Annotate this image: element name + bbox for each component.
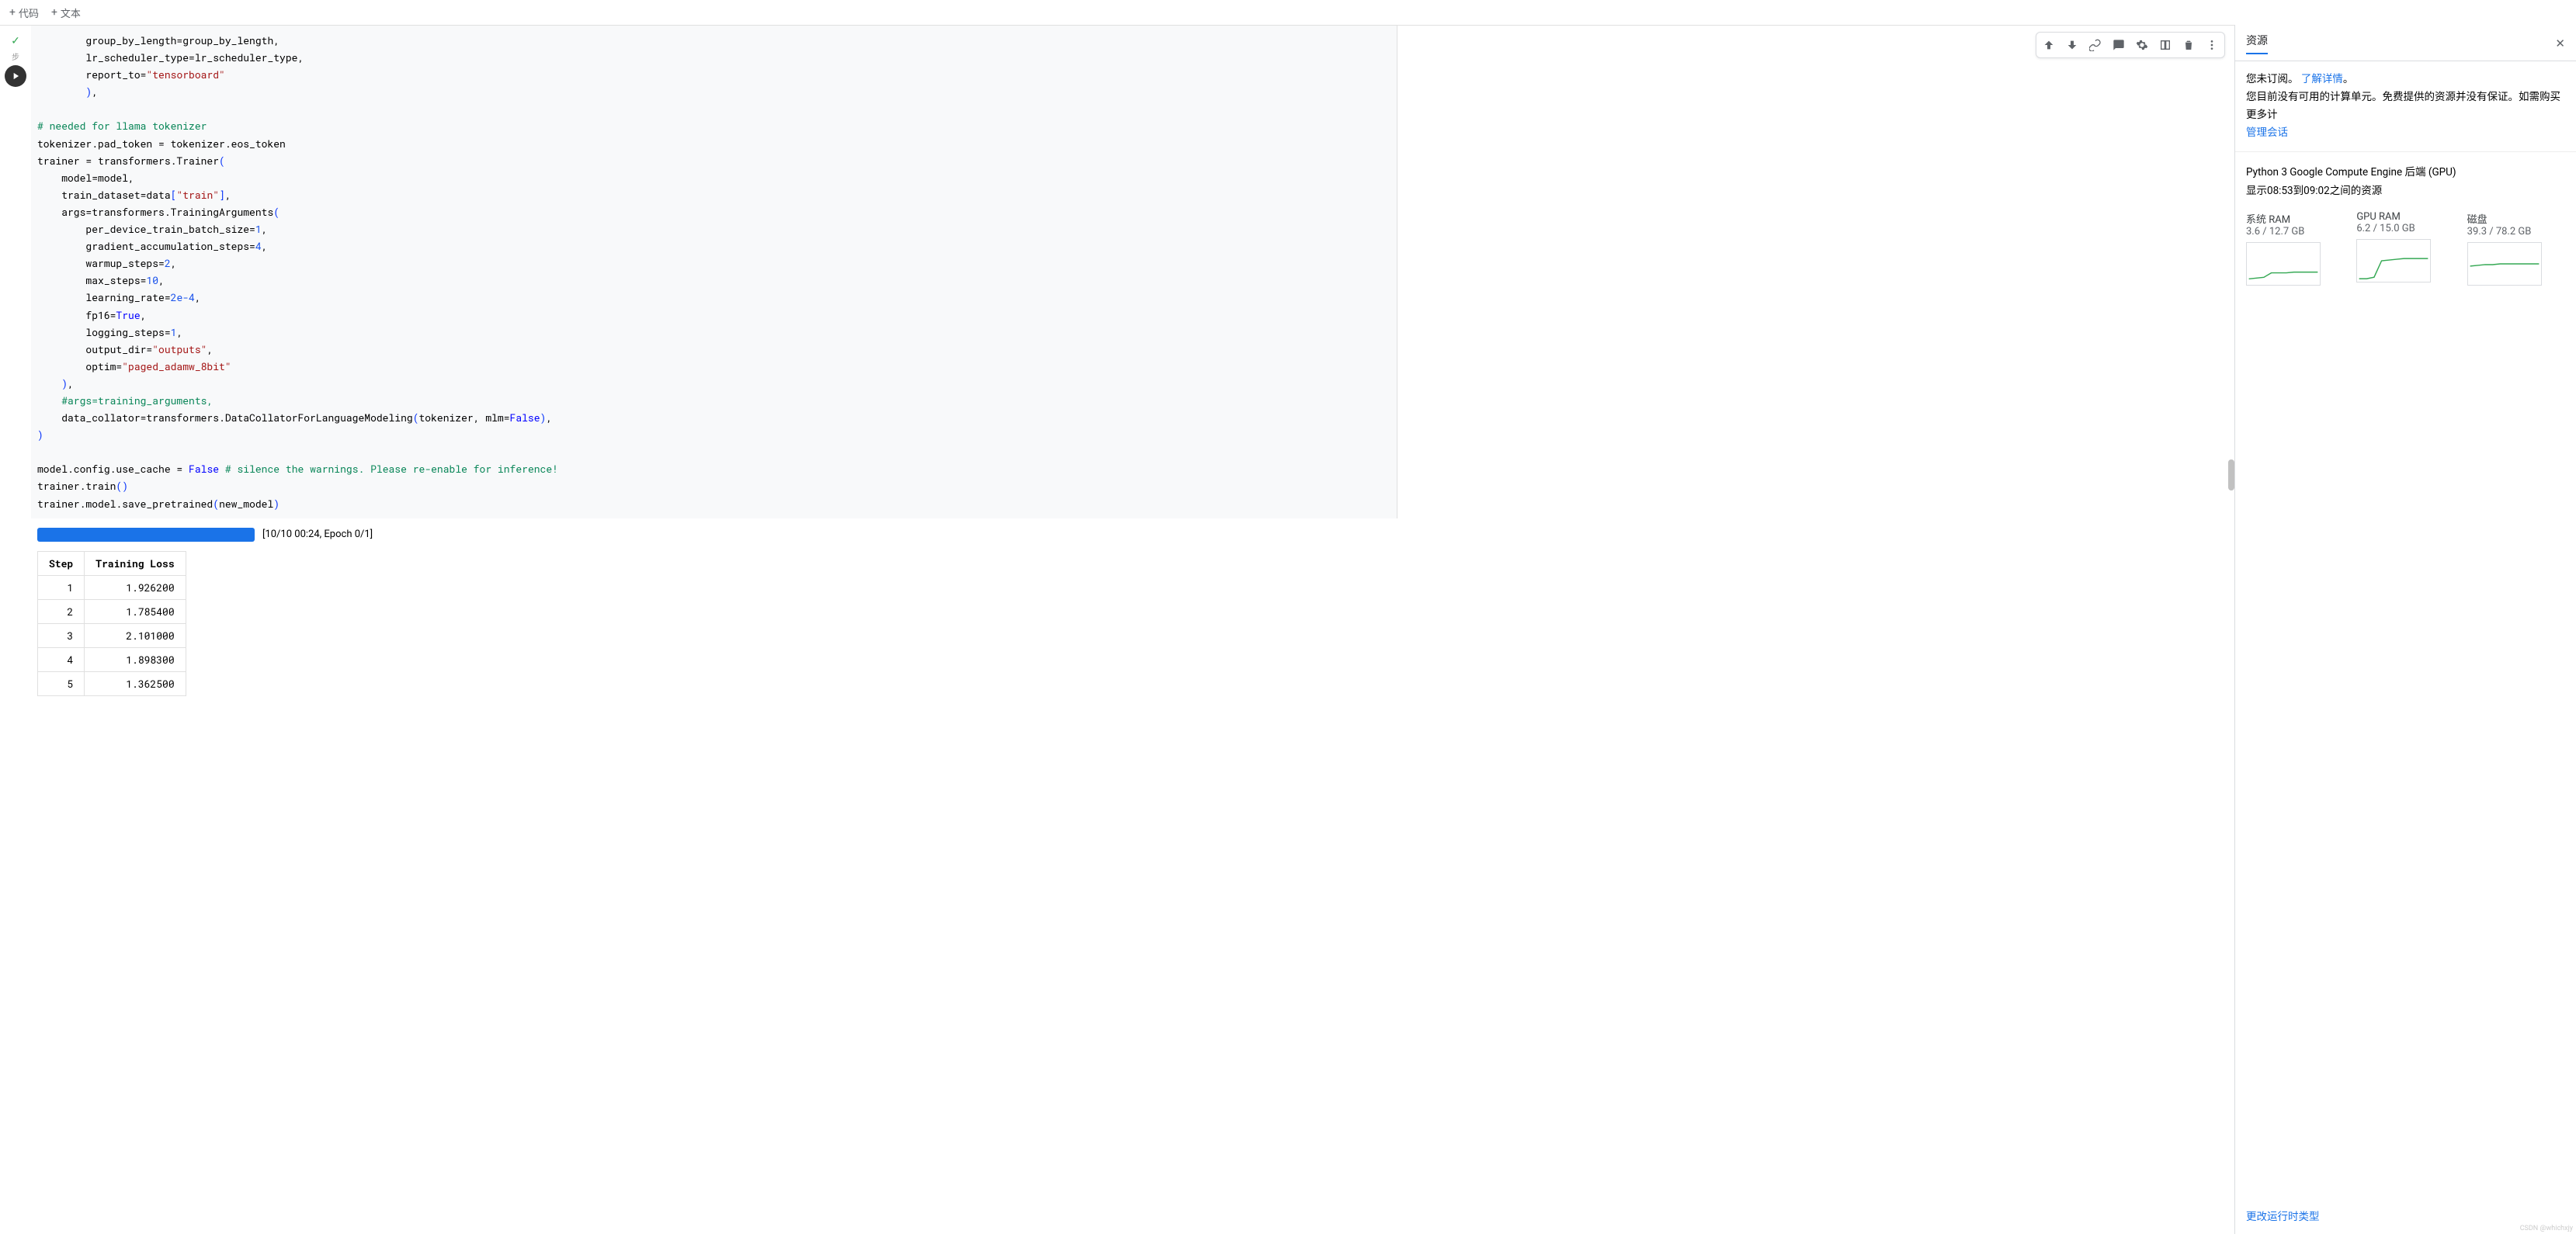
table-row: 51.362500 (38, 671, 186, 695)
scrollbar-thumb[interactable] (2228, 459, 2234, 490)
watermark: CSDN @whichxjy (2520, 1225, 2573, 1232)
code-editor[interactable]: group_by_length=group_by_length, lr_sche… (31, 26, 1397, 518)
move-down-button[interactable] (2061, 34, 2083, 56)
time-range-label: 显示08:53到09:02之间的资源 (2246, 182, 2565, 197)
link-icon[interactable] (2085, 34, 2106, 56)
check-icon: ✓ (11, 35, 20, 47)
add-text-button[interactable]: + 文本 (51, 5, 81, 20)
disk-chart: 磁盘 39.3 / 78.2 GB (2467, 211, 2565, 289)
cell-gutter: ✓ 步 (0, 26, 31, 705)
ram-chart: 系统 RAM 3.6 / 12.7 GB (2246, 211, 2344, 289)
table-row: 32.101000 (38, 623, 186, 647)
col-step: Step (38, 551, 85, 575)
run-button[interactable] (5, 65, 26, 87)
mirror-icon[interactable] (2154, 34, 2176, 56)
panel-title[interactable]: 资源 (2246, 33, 2268, 54)
progress-text: [10/10 00:24, Epoch 0/1] (262, 529, 373, 540)
add-code-button[interactable]: + 代码 (9, 5, 39, 20)
gear-icon[interactable] (2131, 34, 2153, 56)
close-icon[interactable]: ✕ (2555, 36, 2565, 50)
gpu-chart: GPU RAM 6.2 / 15.0 GB (2356, 211, 2454, 289)
change-runtime-link[interactable]: 更改运行时类型 (2246, 1211, 2320, 1223)
add-text-label: 文本 (61, 5, 81, 20)
training-loss-table: Step Training Loss 11.926200 21.785400 3… (37, 551, 186, 696)
top-toolbar: + 代码 + 文本 (0, 0, 2576, 25)
trash-icon[interactable] (2178, 34, 2199, 56)
add-code-label: 代码 (19, 5, 39, 20)
progress-bar (37, 528, 255, 542)
col-loss: Training Loss (85, 551, 186, 575)
more-icon[interactable] (2201, 34, 2223, 56)
comment-icon[interactable] (2108, 34, 2130, 56)
resources-panel: 资源 ✕ 您未订阅。 了解详情。 您目前没有可用的计算单元。免费提供的资源并没有… (2234, 25, 2576, 1234)
cell-toolbar (2036, 32, 2225, 58)
learn-more-link[interactable]: 了解详情 (2301, 73, 2343, 85)
plus-icon: + (51, 6, 57, 19)
plus-icon: + (9, 6, 16, 19)
notebook-column: ✓ 步 (0, 25, 2234, 1234)
subscription-notice: 您未订阅。 了解详情。 您目前没有可用的计算单元。免费提供的资源并没有保证。如需… (2235, 61, 2576, 152)
move-up-button[interactable] (2038, 34, 2060, 56)
code-cell: ✓ 步 (0, 25, 2234, 705)
step-label: 步 (12, 50, 19, 62)
manage-sessions-link[interactable]: 管理会话 (2246, 127, 2288, 139)
table-row: 21.785400 (38, 599, 186, 623)
table-row: 41.898300 (38, 647, 186, 671)
backend-label: Python 3 Google Compute Engine 后端 (GPU) (2246, 163, 2565, 179)
cell-output: [10/10 00:24, Epoch 0/1] Step Training L… (31, 518, 2234, 705)
table-row: 11.926200 (38, 575, 186, 599)
